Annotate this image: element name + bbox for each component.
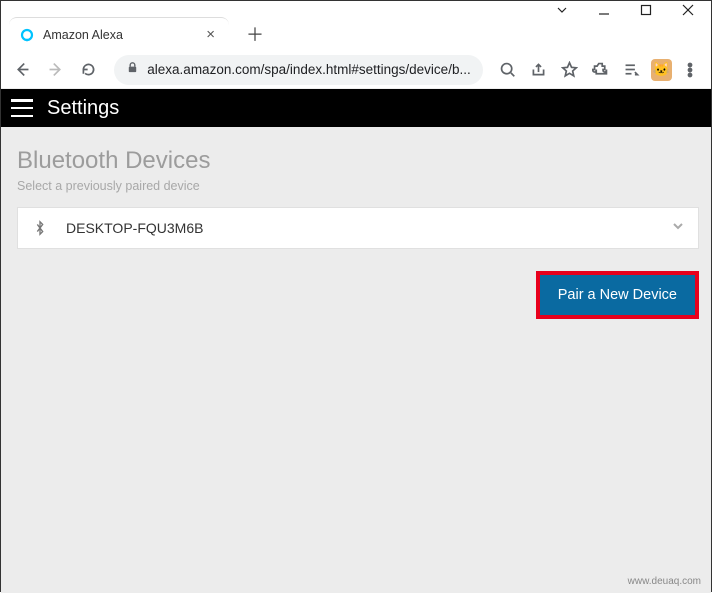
- address-bar[interactable]: alexa.amazon.com/spa/index.html#settings…: [114, 55, 482, 85]
- bookmark-star-icon[interactable]: [557, 57, 582, 83]
- reading-list-icon[interactable]: [619, 57, 644, 83]
- tab-close-icon[interactable]: ×: [202, 26, 219, 43]
- url-text: alexa.amazon.com/spa/index.html#settings…: [147, 62, 470, 77]
- maximize-icon[interactable]: [639, 3, 653, 17]
- device-name: DESKTOP-FQU3M6B: [66, 220, 672, 236]
- reload-button[interactable]: [75, 56, 102, 84]
- page-content: Bluetooth Devices Select a previously pa…: [1, 127, 711, 593]
- page-subtitle: Select a previously paired device: [17, 179, 699, 193]
- lock-icon: [126, 61, 139, 79]
- browser-tab[interactable]: Amazon Alexa ×: [9, 17, 229, 51]
- chevron-down-icon[interactable]: [555, 3, 569, 17]
- hamburger-menu-icon[interactable]: [11, 99, 33, 117]
- tab-strip: Amazon Alexa × ＋: [1, 15, 711, 51]
- alexa-favicon-icon: [19, 27, 35, 43]
- forward-button[interactable]: [42, 56, 69, 84]
- browser-toolbar: alexa.amazon.com/spa/index.html#settings…: [1, 51, 711, 89]
- new-tab-button[interactable]: ＋: [241, 20, 269, 48]
- chevron-down-icon: [672, 219, 684, 237]
- zoom-icon[interactable]: [495, 57, 520, 83]
- profile-avatar[interactable]: 🐱: [651, 59, 672, 81]
- device-row[interactable]: DESKTOP-FQU3M6B: [17, 207, 699, 249]
- window-close-icon[interactable]: [681, 3, 695, 17]
- app-header: Settings: [1, 89, 711, 127]
- minimize-icon[interactable]: [597, 3, 611, 17]
- tab-title: Amazon Alexa: [43, 28, 202, 42]
- page-title: Bluetooth Devices: [17, 147, 699, 175]
- share-icon[interactable]: [526, 57, 551, 83]
- browser-menu-icon[interactable]: [678, 57, 703, 83]
- back-button[interactable]: [9, 56, 36, 84]
- window-controls: [1, 1, 711, 15]
- bluetooth-icon: [32, 220, 48, 236]
- extensions-icon[interactable]: [588, 57, 613, 83]
- watermark: www.deuaq.com: [628, 576, 701, 587]
- pair-new-device-button[interactable]: Pair a New Device: [536, 271, 699, 319]
- app-header-title: Settings: [47, 97, 119, 120]
